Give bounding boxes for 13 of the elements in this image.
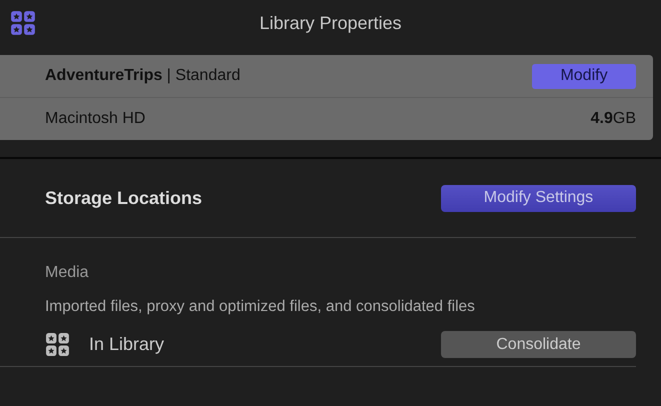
library-size: 4.9GB [590,110,636,128]
library-icon [45,332,70,357]
media-label: Media [45,264,90,282]
modify-settings-button[interactable]: Modify Settings [441,184,636,212]
window-title: Library Properties [259,12,402,34]
library-name: AdventureTrips | Standard [45,67,240,85]
consolidate-button[interactable]: Consolidate [441,331,636,358]
modify-button[interactable]: Modify [532,64,636,88]
location-label: In Library [89,334,166,355]
section-heading: Storage Locations [45,188,202,208]
media-description: Imported files, proxy and optimized files, and consolidated files [45,298,476,316]
disk-name: Macintosh HD [45,110,146,128]
library-icon [10,10,36,36]
